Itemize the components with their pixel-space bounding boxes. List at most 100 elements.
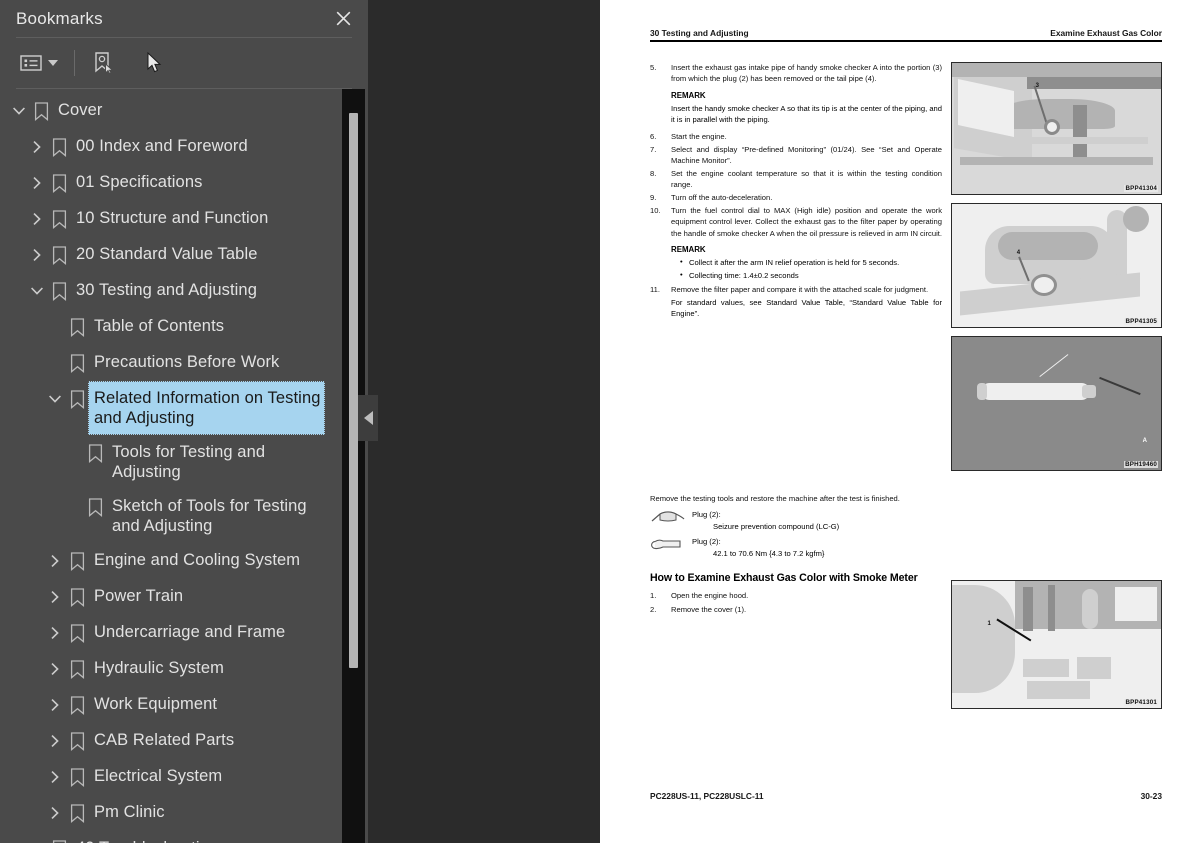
step-text: Insert the exhaust gas intake pipe of ha…: [671, 63, 942, 84]
step-item: 1. Open the engine hood.: [650, 590, 942, 601]
bookmark-label: Electrical System: [94, 767, 223, 785]
chevron-right-icon[interactable]: [26, 202, 48, 236]
figure-image: A BPH19460: [951, 336, 1162, 472]
bookmark-item[interactable]: Tools for Testing and Adjusting: [0, 435, 340, 489]
chevron-right-icon[interactable]: [44, 580, 66, 614]
bookmark-icon: [66, 616, 88, 650]
chevron-right-icon[interactable]: [44, 544, 66, 578]
bookmark-item[interactable]: 20 Standard Value Table: [0, 237, 340, 273]
remark-heading: REMARK: [671, 90, 706, 100]
chevron-right-icon[interactable]: [44, 616, 66, 650]
bookmark-label: 10 Structure and Function: [76, 209, 269, 227]
chevron-down-icon[interactable]: [48, 60, 58, 66]
torque-label: Plug (2):: [692, 510, 721, 520]
bookmark-item[interactable]: 00 Index and Foreword: [0, 129, 340, 165]
bookmark-item[interactable]: Pm Clinic: [0, 795, 340, 831]
document-page: 30 Testing and Adjusting Examine Exhaust…: [600, 0, 1200, 843]
bookmark-item[interactable]: Cover: [0, 93, 340, 129]
chevron-down-icon[interactable]: [26, 274, 48, 308]
list-options-icon[interactable]: [16, 46, 62, 80]
bookmark-label: Cover: [58, 101, 103, 119]
step-note: For standard values, see Standard Value …: [671, 297, 942, 318]
page-header-left: 30 Testing and Adjusting: [650, 28, 749, 38]
collapse-panel-button[interactable]: [358, 395, 378, 441]
torque-spec-row: Plug (2):: [650, 536, 1162, 550]
step-item: 10. Turn the fuel control dial to MAX (H…: [650, 205, 942, 238]
panel-title: Bookmarks: [16, 8, 103, 28]
figure-callout: A: [1142, 438, 1147, 445]
bookmark-icon: [48, 832, 70, 843]
chevron-right-icon[interactable]: [44, 796, 66, 830]
page-header-right: Examine Exhaust Gas Color: [1050, 28, 1162, 38]
bookmark-label: Engine and Cooling System: [94, 551, 301, 569]
figure-image: 3 BPP41304: [951, 62, 1162, 196]
chevron-right-icon[interactable]: [44, 760, 66, 794]
pdf-reader-window: Bookmarks Cover 00 Index and Foreword 01…: [0, 0, 1200, 843]
bookmark-item[interactable]: Engine and Cooling System: [0, 543, 340, 579]
bookmark-item[interactable]: Work Equipment: [0, 687, 340, 723]
bookmark-item[interactable]: Electrical System: [0, 759, 340, 795]
bookmark-item[interactable]: 40 Troubleshooting: [0, 831, 340, 843]
bookmarks-scrollbar[interactable]: [342, 89, 365, 843]
bookmark-item[interactable]: 10 Structure and Function: [0, 201, 340, 237]
chevron-right-icon[interactable]: [26, 238, 48, 272]
grease-symbol-icon: [650, 510, 692, 522]
step-item: 5. Insert the exhaust gas intake pipe of…: [650, 62, 942, 84]
bookmark-item[interactable]: Related Information on Testing and Adjus…: [0, 381, 340, 435]
new-bookmark-icon[interactable]: [87, 46, 119, 80]
bookmark-item[interactable]: Sketch of Tools for Testing and Adjustin…: [0, 489, 340, 543]
close-icon[interactable]: [330, 6, 356, 32]
scrollbar-thumb[interactable]: [349, 113, 358, 668]
remark-heading: REMARK: [671, 244, 706, 254]
chevron-right-icon[interactable]: [44, 652, 66, 686]
torque-spec-row: Plug (2):: [650, 509, 1162, 522]
header-rule: [650, 40, 1162, 43]
bookmark-icon: [66, 796, 88, 830]
torque-value: Seizure prevention compound (LC-G): [713, 522, 840, 532]
bookmarks-toolbar: [0, 38, 368, 88]
bookmark-icon: [48, 130, 70, 164]
figure-image: 4 BPP41305: [951, 203, 1162, 329]
chevron-right-icon[interactable]: [26, 832, 48, 843]
bookmark-label: Precautions Before Work: [94, 353, 280, 371]
bookmark-item[interactable]: Undercarriage and Frame: [0, 615, 340, 651]
bookmark-icon: [84, 436, 106, 470]
section-steps: 1. Open the engine hood. 2. Remove the c…: [650, 590, 942, 717]
step-number: 2.: [650, 604, 657, 614]
step-item: 8. Set the engine coolant temperature so…: [650, 168, 942, 190]
bookmark-label: Sketch of Tools for Testing and Adjustin…: [112, 497, 307, 535]
step-number: 5.: [650, 63, 657, 73]
step-text: Turn the fuel control dial to MAX (High …: [671, 206, 942, 238]
bookmark-item[interactable]: Power Train: [0, 579, 340, 615]
bookmark-item[interactable]: Table of Contents: [0, 309, 340, 345]
remark-bullet: Collect it after the arm IN relief opera…: [680, 256, 942, 268]
chevron-down-icon[interactable]: [8, 94, 30, 128]
page-footer-left: PC228US-11, PC228USLC-11: [650, 791, 764, 801]
bookmark-item[interactable]: 01 Specifications: [0, 165, 340, 201]
bookmark-icon: [48, 202, 70, 236]
toolbar-separator: [74, 50, 75, 76]
step-number: 11.: [650, 284, 660, 294]
step-number: 6.: [650, 131, 657, 141]
figure-column-lower: 1 BPP41301: [951, 580, 1162, 717]
bookmark-icon: [48, 166, 70, 200]
bookmark-item[interactable]: 30 Testing and Adjusting: [0, 273, 340, 309]
bookmark-icon: [66, 724, 88, 758]
figure-column: 3 BPP41304 4 BPP41305 A BPH19460: [951, 62, 1162, 479]
step-number: 8.: [650, 169, 657, 179]
bookmark-icon: [66, 382, 88, 416]
bookmark-item[interactable]: Precautions Before Work: [0, 345, 340, 381]
bookmarks-tree: Cover 00 Index and Foreword 01 Specificati…: [0, 89, 340, 843]
restore-note: Remove the testing tools and restore the…: [650, 494, 900, 504]
chevron-right-icon[interactable]: [44, 688, 66, 722]
chevron-right-icon[interactable]: [26, 130, 48, 164]
chevron-down-icon[interactable]: [44, 382, 66, 416]
step-number: 10.: [650, 206, 661, 216]
chevron-right-icon[interactable]: [44, 724, 66, 758]
bookmark-item[interactable]: CAB Related Parts: [0, 723, 340, 759]
step-item: 2. Remove the cover (1).: [650, 604, 942, 615]
bookmarks-panel-header: Bookmarks: [0, 0, 368, 37]
figure-caption: BPH19460: [1124, 461, 1158, 469]
chevron-right-icon[interactable]: [26, 166, 48, 200]
bookmark-item[interactable]: Hydraulic System: [0, 651, 340, 687]
